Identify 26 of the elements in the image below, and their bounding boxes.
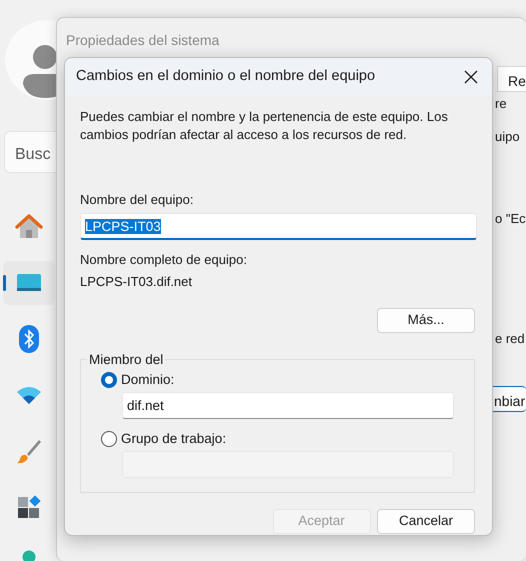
name-field[interactable]: LPCPS-IT03: [80, 212, 477, 240]
label-text: o "Ec: [495, 210, 526, 228]
tab[interactable]: Re: [497, 66, 526, 92]
description-text: Puedes cambiar el nombre y la pertenencia de este equipo. Los cambios podrían afectar al acceso a los recursos de red.: [80, 108, 449, 144]
label-text: uipo: [495, 128, 520, 146]
apps-icon: [17, 495, 41, 519]
field-label: Nombre del equipo:: [80, 191, 194, 209]
label-text: e red: [495, 330, 525, 348]
close-icon: [464, 70, 478, 84]
radio-option[interactable]: Grupo de trabajo:: [101, 428, 226, 449]
search-field[interactable]: Busc: [4, 131, 56, 173]
bluetooth-icon: [19, 325, 39, 353]
more-button[interactable]: Más...: [377, 308, 475, 332]
dialog-button[interactable]: Cancelar: [377, 509, 475, 534]
wifi-icon: [16, 385, 42, 405]
field-label: Nombre completo de equipo:: [80, 250, 248, 269]
text-field[interactable]: dif.net: [122, 392, 454, 419]
full-name-text: LPCPS-IT03.dif.net: [80, 273, 193, 291]
radio-option[interactable]: Dominio:: [101, 370, 174, 390]
brush-icon: [16, 438, 42, 464]
window-title: Propiedades del sistema: [66, 31, 220, 50]
nav-item[interactable]: [3, 261, 55, 305]
dialog-title: Cambios en el dominio o el nombre del equipo: [76, 67, 376, 86]
monitor-icon: [16, 272, 42, 294]
home-icon: [15, 214, 43, 240]
label-text: re: [495, 95, 507, 113]
